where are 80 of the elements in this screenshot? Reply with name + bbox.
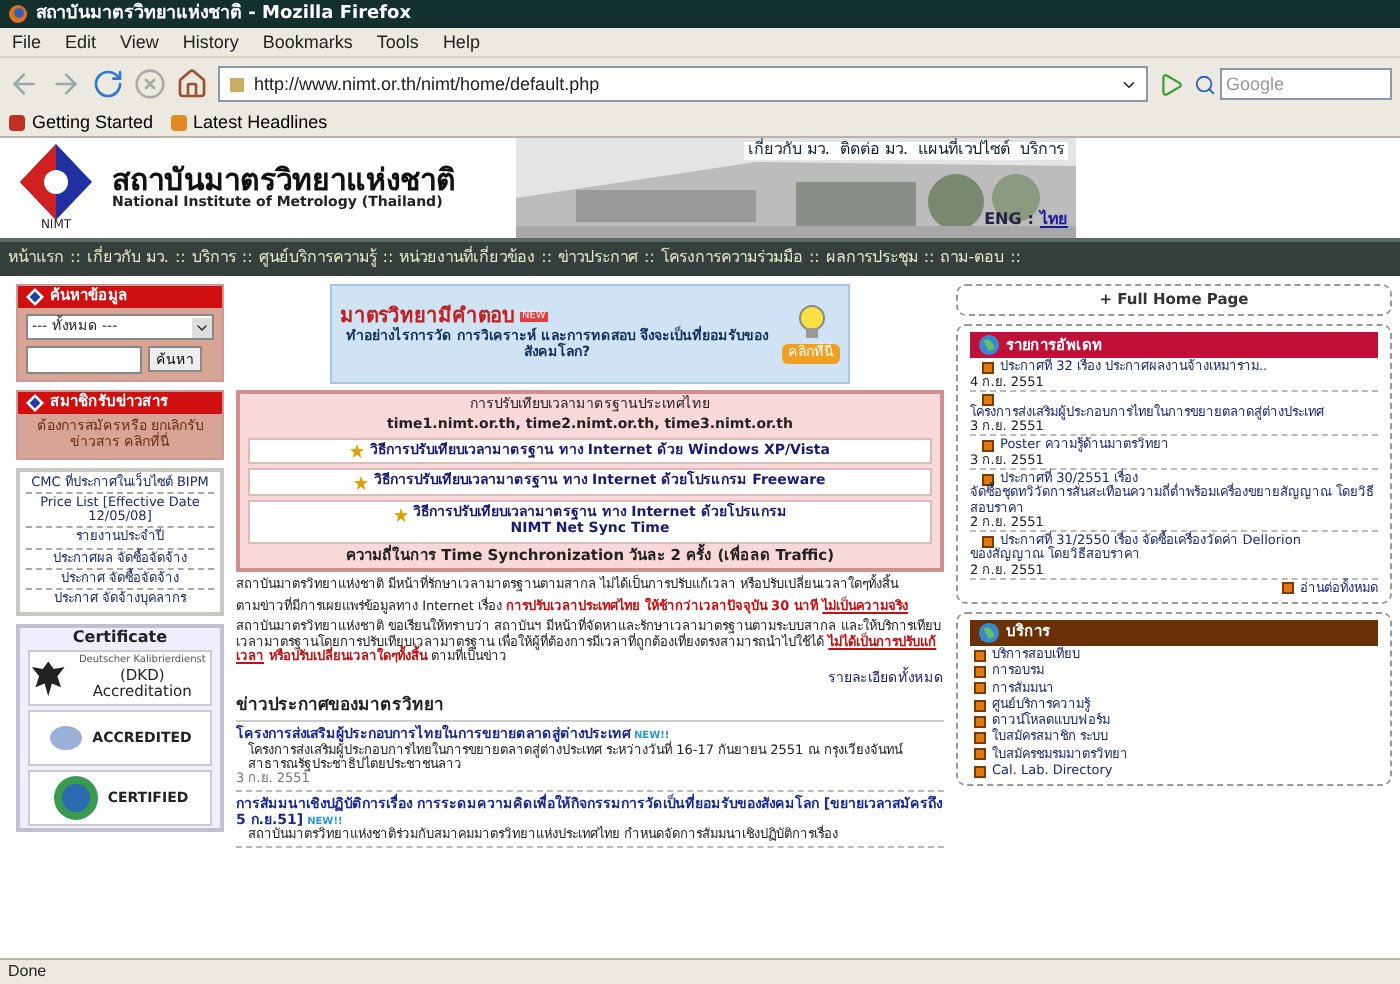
nav-separator: ::: [923, 250, 935, 268]
seal-icon: [51, 774, 100, 823]
bookmark-link[interactable]: Getting Started: [8, 112, 154, 134]
menu-item[interactable]: View: [120, 31, 159, 53]
bullet-icon: [974, 732, 986, 745]
nav-separator: ::: [174, 250, 186, 268]
nav-link[interactable]: ผลการประชุม: [825, 250, 918, 268]
nav-link[interactable]: เกี่ยวกับ มว.: [86, 250, 169, 268]
language-link[interactable]: ไทย: [1040, 212, 1068, 230]
news-heading: ข่าวประกาศของมาตรวิทยา: [236, 693, 944, 723]
bullet-icon: [974, 765, 986, 778]
header-link[interactable]: ติดต่อ มว.: [839, 142, 908, 160]
menu-item[interactable]: File: [12, 31, 42, 53]
forward-button[interactable]: [50, 68, 82, 100]
panel-title: Certificate: [70, 629, 170, 647]
firefox-icon: [8, 4, 28, 24]
bullet-icon: [974, 649, 986, 662]
go-button[interactable]: [1158, 71, 1184, 97]
site-title: สถาบันมาตรวิทยาแห่งชาติ: [112, 163, 456, 197]
bullet-icon: [974, 715, 986, 728]
feed-icon: [169, 113, 188, 132]
lightbulb-icon: [797, 304, 825, 341]
nav-link[interactable]: หน้าแรก: [8, 250, 64, 268]
address-bar[interactable]: http://www.nimt.or.th/nimt/home/default.php: [218, 66, 1148, 102]
bookmark-link[interactable]: Latest Headlines: [169, 112, 328, 134]
search-engine-icon[interactable]: [1194, 73, 1216, 95]
bullet-icon: [974, 666, 986, 678]
star-icon: [350, 444, 365, 459]
menu-item[interactable]: Bookmarks: [262, 31, 353, 53]
nav-link[interactable]: บริการ: [191, 250, 236, 268]
eagle-icon: [30, 656, 67, 701]
bullet-icon: [982, 535, 994, 548]
header-link[interactable]: บริการ: [1020, 142, 1064, 160]
star-icon: [354, 475, 369, 490]
bullet-icon: [982, 393, 994, 406]
nav-separator: ::: [1010, 250, 1021, 268]
home-button[interactable]: [176, 68, 208, 100]
nav-separator: ::: [808, 250, 820, 268]
bullet-icon: [982, 440, 994, 453]
globe-icon: [978, 334, 1000, 357]
language-link[interactable]: ENG: [984, 212, 1022, 230]
menu-item[interactable]: Edit: [65, 31, 97, 53]
nav-link[interactable]: โครงการความร่วมมือ: [660, 250, 803, 268]
nav-separator: ::: [644, 250, 655, 268]
nav-separator: ::: [541, 250, 553, 268]
page-icon: [228, 75, 246, 93]
nav-separator: ::: [70, 250, 81, 268]
menu-item[interactable]: Tools: [376, 31, 419, 53]
promo-title: มาตรวิทยามีคำตอบ: [340, 306, 514, 329]
bullet-icon: [982, 362, 994, 375]
search-input[interactable]: [26, 346, 142, 374]
bullet-icon: [974, 748, 986, 761]
logo-icon: [16, 143, 96, 220]
header-link[interactable]: เกี่ยวกับ มว.: [747, 142, 830, 160]
back-button[interactable]: [8, 68, 40, 100]
search-field[interactable]: Google: [1220, 68, 1392, 100]
menu-item[interactable]: History: [182, 31, 239, 53]
nav-link[interactable]: หน่วยงานที่เกี่ยวข้อง: [399, 250, 536, 268]
bullet-icon: [982, 473, 994, 486]
nav-separator: ::: [241, 250, 253, 268]
nav-link[interactable]: ถาม-ตอบ: [940, 250, 1005, 268]
bullet-icon: [974, 682, 986, 695]
bullet-icon: [1282, 582, 1294, 595]
reload-button[interactable]: [92, 68, 124, 100]
globe-icon: [978, 622, 1000, 645]
diamond-icon: [26, 394, 44, 412]
language-separator: :: [1027, 212, 1034, 230]
bullet-icon: [974, 699, 986, 712]
status-text: Done: [8, 963, 47, 981]
menu-item[interactable]: Help: [442, 31, 480, 53]
header-link[interactable]: แผนที่เวปไซต์: [918, 142, 1010, 160]
bookmark-icon: [8, 113, 26, 132]
window-title: สถาบันมาตรวิทยาแห่งชาติ - Mozilla Firefox: [36, 3, 412, 25]
diamond-icon: [26, 288, 44, 306]
seal-icon: [48, 724, 85, 753]
stop-button[interactable]: [134, 68, 166, 100]
nav-link[interactable]: ข่าวประกาศ: [558, 250, 639, 268]
nav-separator: ::: [382, 250, 394, 268]
star-icon: [393, 507, 408, 522]
nav-link[interactable]: ศูนย์บริการความรู้: [258, 250, 377, 268]
